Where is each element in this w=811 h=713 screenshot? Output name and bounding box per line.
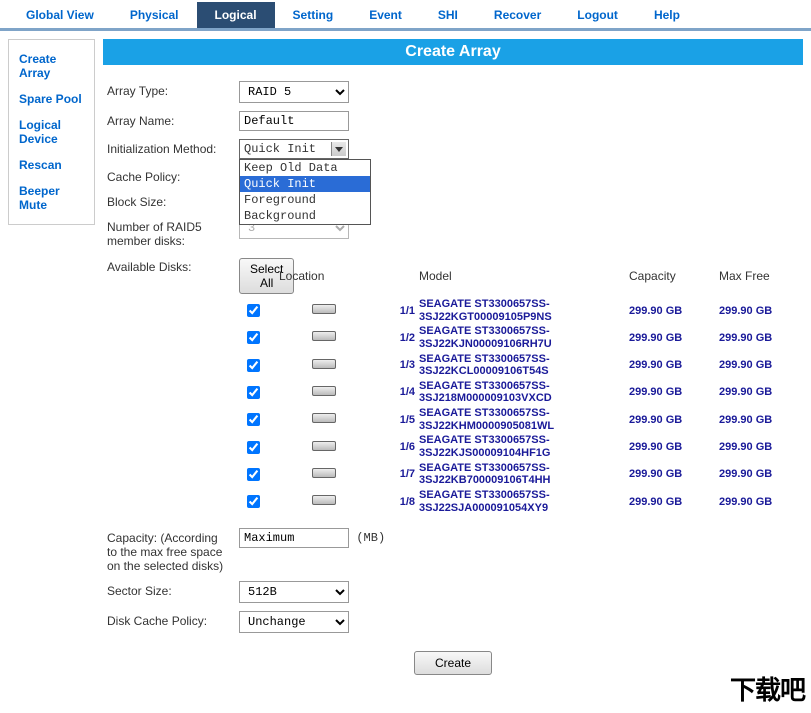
sidebar: Create Array Spare Pool Logical Device R… [8, 39, 95, 225]
tab-setting[interactable]: Setting [275, 2, 352, 28]
tab-physical[interactable]: Physical [112, 2, 197, 28]
option-foreground[interactable]: Foreground [240, 192, 370, 208]
disk-model[interactable]: SEAGATE ST3300657SS-3SJ22KB700009106T4HH [419, 462, 629, 487]
chevron-down-icon [335, 147, 343, 152]
array-name-input[interactable] [239, 111, 349, 131]
disk-capacity: 299.90 GB [629, 386, 719, 398]
tab-logout[interactable]: Logout [559, 2, 636, 28]
sector-size-select[interactable]: 512B [239, 581, 349, 603]
disk-checkbox[interactable] [247, 495, 260, 508]
disk-location: 1/3 [369, 359, 419, 371]
disk-max-free: 299.90 GB [719, 359, 799, 371]
disk-checkbox[interactable] [247, 304, 260, 317]
drive-icon [312, 468, 336, 478]
disk-max-free: 299.90 GB [719, 414, 799, 426]
drive-icon [312, 386, 336, 396]
disk-max-free: 299.90 GB [719, 496, 799, 508]
cache-policy-label: Cache Policy: [107, 167, 227, 184]
disk-capacity: 299.90 GB [629, 441, 719, 453]
header-location: Location [279, 267, 369, 285]
disk-capacity: 299.90 GB [629, 359, 719, 371]
disk-checkbox[interactable] [247, 359, 260, 372]
tab-logical[interactable]: Logical [197, 2, 275, 28]
disk-table: Select All Location Model Capacity Max F… [239, 256, 799, 514]
disk-location: 1/6 [369, 441, 419, 453]
disk-checkbox[interactable] [247, 331, 260, 344]
tab-help[interactable]: Help [636, 2, 698, 28]
drive-icon [312, 495, 336, 505]
disk-location: 1/2 [369, 332, 419, 344]
drive-icon [312, 413, 336, 423]
disk-location: 1/5 [369, 414, 419, 426]
tab-event[interactable]: Event [351, 2, 420, 28]
drive-icon [312, 304, 336, 314]
disk-capacity: 299.90 GB [629, 332, 719, 344]
array-type-label: Array Type: [107, 81, 227, 98]
block-size-label: Block Size: [107, 192, 227, 209]
sidebar-item-create-array[interactable]: Create Array [9, 46, 94, 86]
available-disks-label: Available Disks: [107, 256, 227, 274]
disk-cache-policy-label: Disk Cache Policy: [107, 611, 227, 628]
option-quick-init[interactable]: Quick Init [240, 176, 370, 192]
main-panel: Create Array Array Type: RAID 5 Array Na… [103, 39, 803, 683]
disk-max-free: 299.90 GB [719, 441, 799, 453]
disk-model[interactable]: SEAGATE ST3300657SS-3SJ218M000009103VXCD [419, 380, 629, 405]
option-keep-old-data[interactable]: Keep Old Data [240, 160, 370, 176]
create-button[interactable]: Create [414, 651, 492, 675]
header-capacity: Capacity [629, 267, 719, 285]
disk-checkbox[interactable] [247, 386, 260, 399]
disk-capacity: 299.90 GB [629, 414, 719, 426]
disk-model[interactable]: SEAGATE ST3300657SS-3SJ22SJA000091054XY9 [419, 489, 629, 514]
disk-max-free: 299.90 GB [719, 332, 799, 344]
init-method-value: Quick Init [244, 142, 316, 156]
disk-checkbox[interactable] [247, 468, 260, 481]
disk-model[interactable]: SEAGATE ST3300657SS-3SJ22KJN00009106RH7U [419, 325, 629, 350]
sidebar-item-rescan[interactable]: Rescan [9, 152, 94, 178]
disk-checkbox[interactable] [247, 413, 260, 426]
drive-icon [312, 359, 336, 369]
disk-location: 1/4 [369, 386, 419, 398]
disk-capacity: 299.90 GB [629, 305, 719, 317]
init-method-label: Initialization Method: [107, 139, 227, 156]
capacity-unit: (MB) [356, 531, 385, 545]
drive-icon [312, 441, 336, 451]
drive-icon [312, 331, 336, 341]
disk-cache-policy-select[interactable]: Unchange [239, 611, 349, 633]
option-background[interactable]: Background [240, 208, 370, 224]
watermark: 下载吧 [730, 670, 805, 707]
disk-model[interactable]: SEAGATE ST3300657SS-3SJ22KCL00009106T54S [419, 353, 629, 378]
page-title: Create Array [103, 39, 803, 65]
init-method-select[interactable]: Quick Init Keep Old Data Quick Init Fore… [239, 139, 349, 159]
disk-max-free: 299.90 GB [719, 468, 799, 480]
member-disks-label: Number of RAID5 member disks: [107, 217, 227, 248]
disk-model[interactable]: SEAGATE ST3300657SS-3SJ22KHM0000905081WL [419, 407, 629, 432]
disk-checkbox[interactable] [247, 441, 260, 454]
disk-location: 1/8 [369, 496, 419, 508]
disk-location: 1/7 [369, 468, 419, 480]
disk-model[interactable]: SEAGATE ST3300657SS-3SJ22KGT00009105P9NS [419, 298, 629, 323]
tab-shi[interactable]: SHI [420, 2, 476, 28]
top-tabs: Global View Physical Logical Setting Eve… [0, 0, 811, 31]
sector-size-label: Sector Size: [107, 581, 227, 598]
header-max-free: Max Free [719, 267, 799, 285]
disk-location: 1/1 [369, 305, 419, 317]
tab-recover[interactable]: Recover [476, 2, 559, 28]
sidebar-item-beeper-mute[interactable]: Beeper Mute [9, 178, 94, 218]
init-method-listbox: Keep Old Data Quick Init Foreground Back… [239, 159, 371, 225]
sidebar-item-logical-device[interactable]: Logical Device [9, 112, 94, 152]
capacity-label: Capacity: (According to the max free spa… [107, 528, 227, 573]
disk-capacity: 299.90 GB [629, 468, 719, 480]
sidebar-item-spare-pool[interactable]: Spare Pool [9, 86, 94, 112]
capacity-input[interactable] [239, 528, 349, 548]
disk-max-free: 299.90 GB [719, 305, 799, 317]
disk-model[interactable]: SEAGATE ST3300657SS-3SJ22KJS00009104HF1G [419, 434, 629, 459]
array-type-select[interactable]: RAID 5 [239, 81, 349, 103]
tab-global-view[interactable]: Global View [8, 2, 112, 28]
array-name-label: Array Name: [107, 111, 227, 128]
disk-capacity: 299.90 GB [629, 496, 719, 508]
header-model: Model [419, 267, 629, 285]
disk-max-free: 299.90 GB [719, 386, 799, 398]
